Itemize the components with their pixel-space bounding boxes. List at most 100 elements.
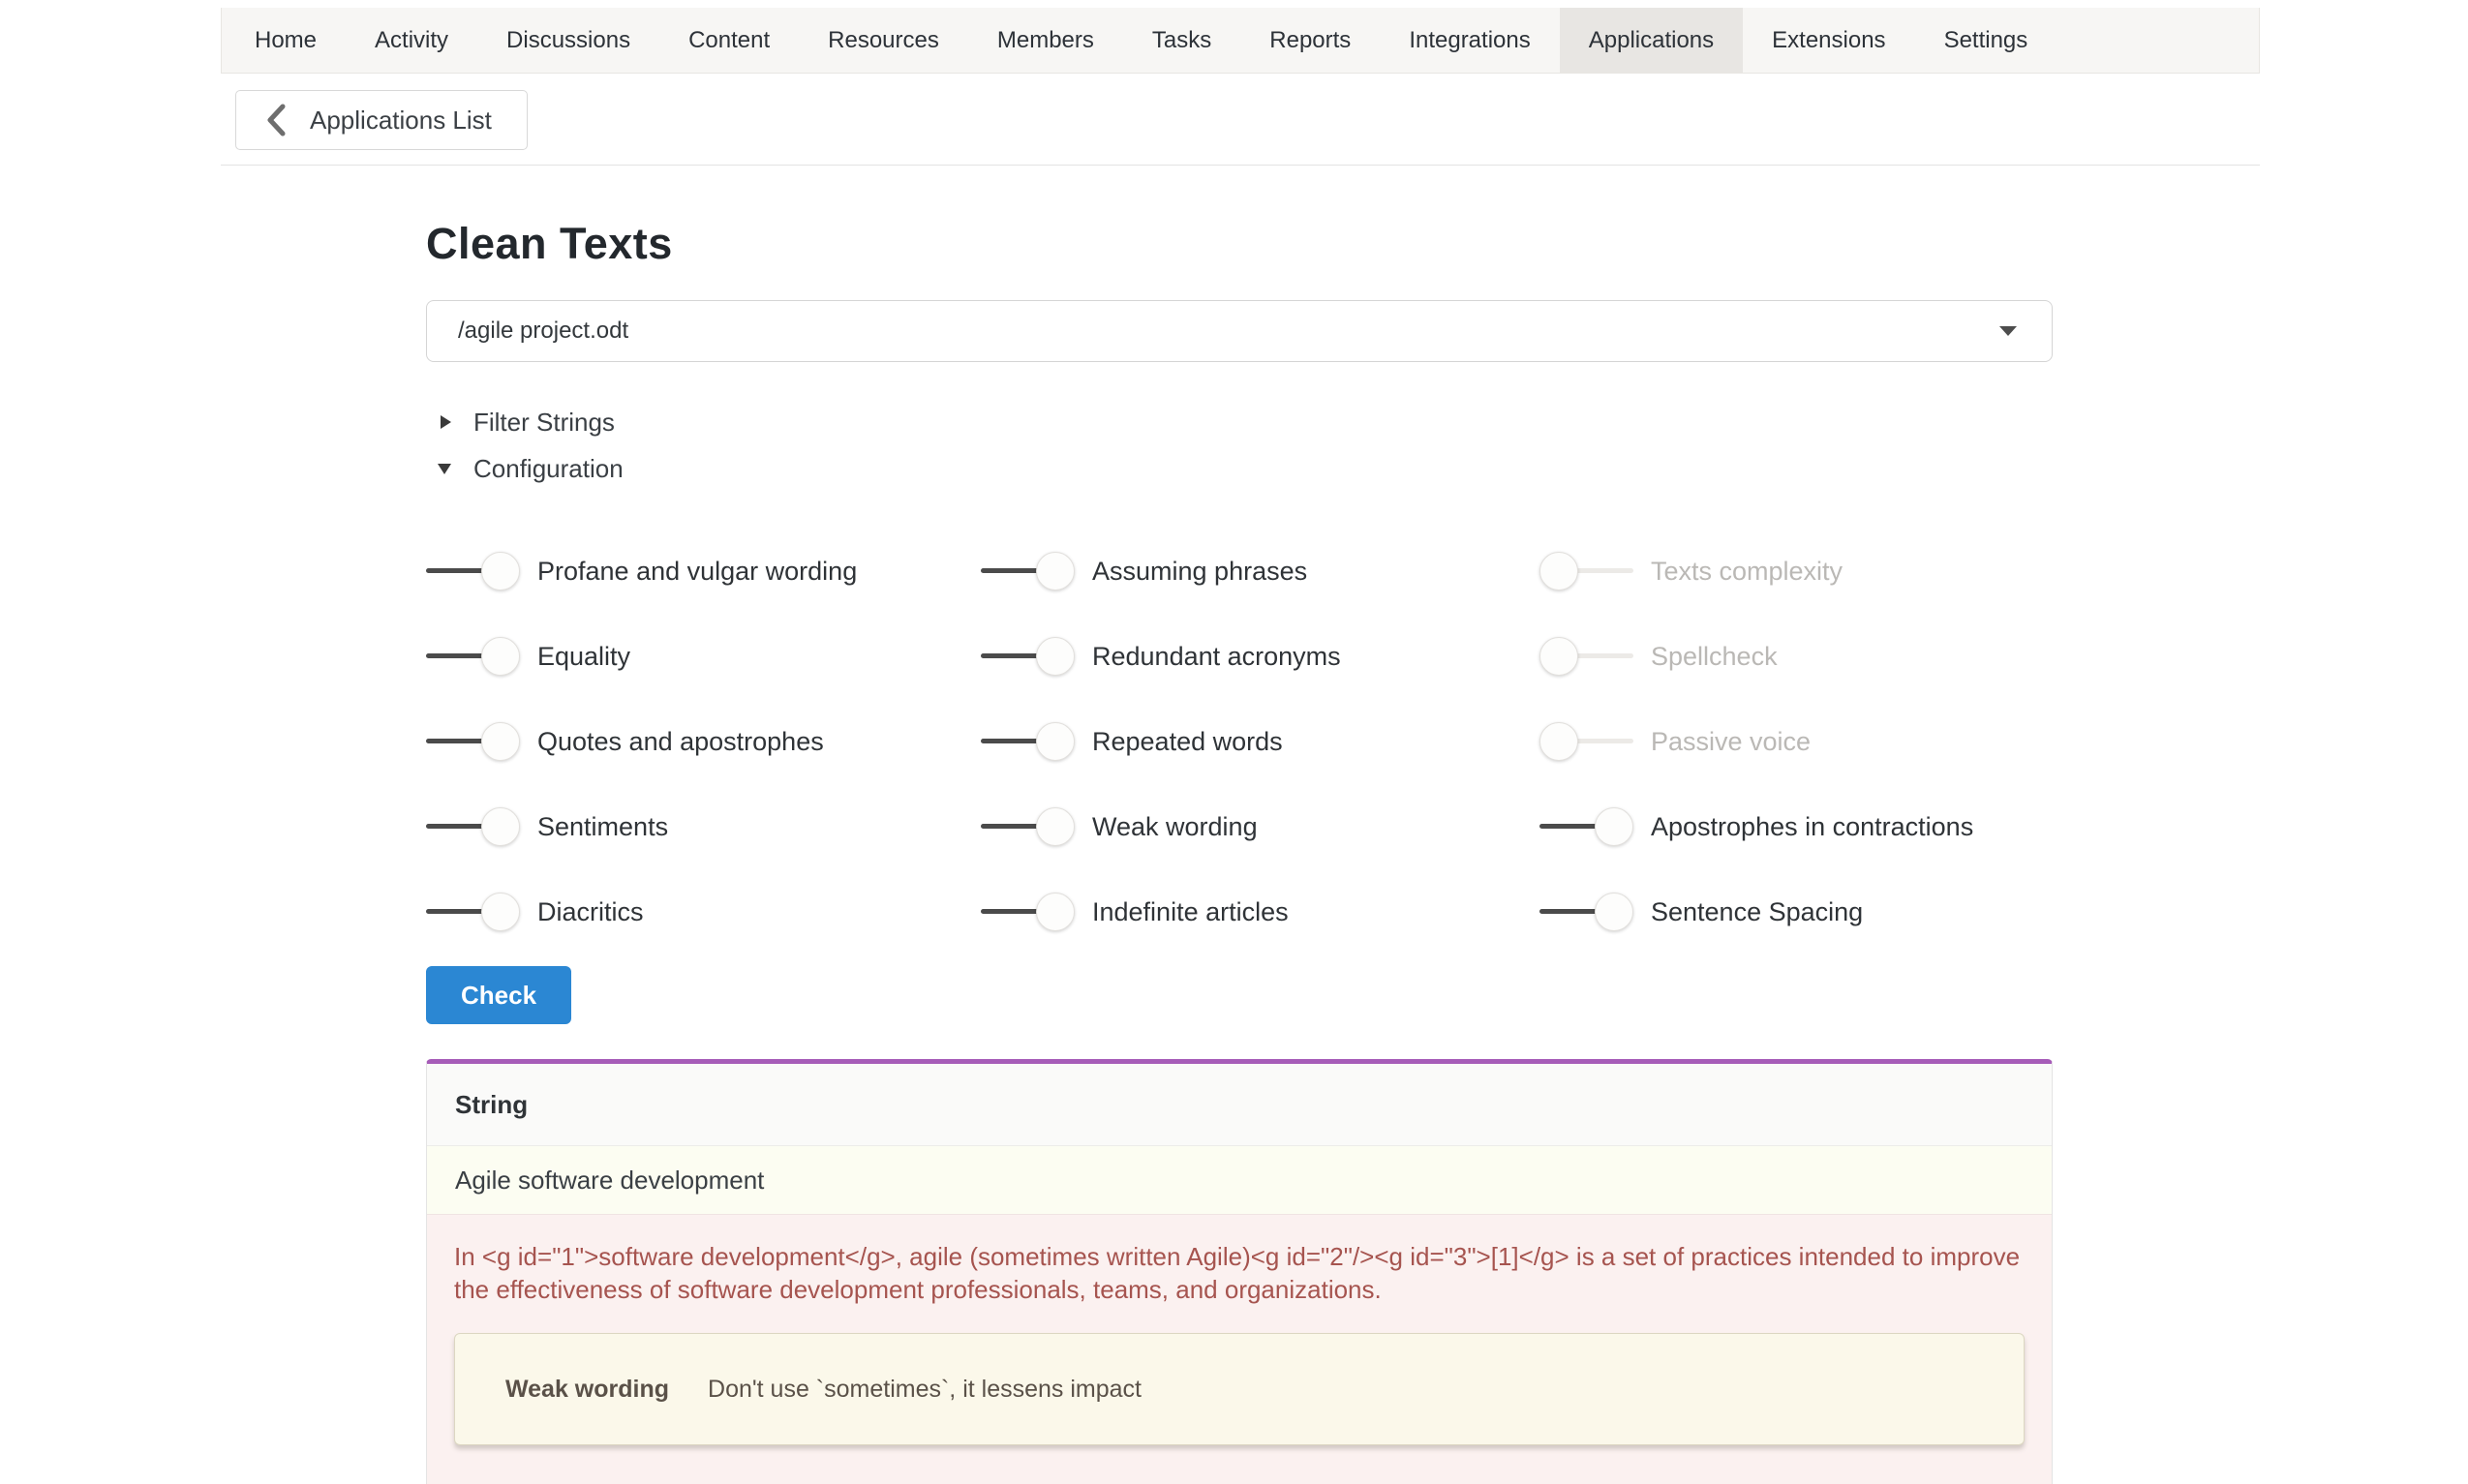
toggle-switch[interactable] — [426, 722, 520, 761]
page-title: Clean Texts — [426, 219, 2053, 269]
toggle-track — [1572, 653, 1633, 658]
toggle-knob — [1036, 893, 1075, 931]
toggle-label: Equality — [537, 642, 630, 672]
nav-item-settings[interactable]: Settings — [1915, 8, 2057, 73]
nav-item-home[interactable]: Home — [226, 8, 346, 73]
toggle-label: Diacritics — [537, 897, 644, 927]
results-panel: String Agile software development In <g … — [426, 1059, 2053, 1484]
toggle-switch[interactable] — [1539, 893, 1633, 931]
filter-strings-accordion[interactable]: Filter Strings — [426, 405, 615, 439]
toggle-label: Indefinite articles — [1092, 897, 1289, 927]
nav-item-tasks[interactable]: Tasks — [1123, 8, 1240, 73]
toggle-cell-diacritics: Diacritics — [426, 893, 981, 931]
toggle-label: Quotes and apostrophes — [537, 727, 824, 757]
toggle-cell-sentiments: Sentiments — [426, 807, 981, 846]
toggle-track — [426, 909, 487, 914]
triangle-right-icon — [441, 415, 451, 429]
nav-item-reports[interactable]: Reports — [1240, 8, 1380, 73]
weak-wording-warning-box: Weak wording Don't use `sometimes`, it l… — [454, 1333, 2025, 1445]
chevron-down-icon — [1999, 326, 2017, 336]
toggle-cell-equality: Equality — [426, 637, 981, 676]
toggle-label: Apostrophes in contractions — [1651, 812, 1973, 842]
toggle-track — [1572, 739, 1633, 743]
check-button[interactable]: Check — [426, 966, 571, 1024]
toggle-knob — [481, 893, 520, 931]
toggle-label: Weak wording — [1092, 812, 1258, 842]
triangle-down-icon — [438, 464, 451, 474]
toggle-track — [426, 739, 487, 743]
warning-type-label: Weak wording — [505, 1376, 669, 1404]
nav-item-resources[interactable]: Resources — [799, 8, 968, 73]
toggle-knob — [1595, 807, 1633, 846]
toggle-track — [981, 739, 1042, 743]
toggle-track — [981, 824, 1042, 829]
applications-list-back-button[interactable]: Applications List — [235, 90, 528, 150]
toggle-label: Assuming phrases — [1092, 557, 1307, 587]
toggle-switch[interactable] — [981, 807, 1075, 846]
result-string-row[interactable]: Agile software development — [427, 1145, 2052, 1214]
toggle-knob — [1036, 552, 1075, 591]
toggle-switch[interactable] — [1539, 722, 1633, 761]
toggle-cell-weak-wording: Weak wording — [981, 807, 1539, 846]
toggle-knob — [1539, 722, 1578, 761]
toggle-switch[interactable] — [426, 893, 520, 931]
toggle-track — [1539, 824, 1600, 829]
toggle-track — [981, 653, 1042, 658]
toggle-switch[interactable] — [426, 637, 520, 676]
toggle-track — [426, 568, 487, 573]
toggle-label: Texts complexity — [1651, 557, 1843, 587]
toggle-switch[interactable] — [426, 552, 520, 591]
toggle-switch[interactable] — [426, 807, 520, 846]
toggle-cell-profane-and-vulgar-wording: Profane and vulgar wording — [426, 552, 981, 591]
toggle-cell-assuming-phrases: Assuming phrases — [981, 552, 1539, 591]
chevron-left-icon — [265, 104, 287, 136]
toggle-knob — [1036, 637, 1075, 676]
nav-item-members[interactable]: Members — [968, 8, 1123, 73]
clean-texts-app: Home Activity Discussions Content Resour… — [0, 0, 2468, 1448]
toggle-knob — [1539, 552, 1578, 591]
main-content: Clean Texts /agile project.odt Filter St… — [426, 165, 2053, 1484]
configuration-accordion[interactable]: Configuration — [426, 451, 624, 486]
nav-item-extensions[interactable]: Extensions — [1743, 8, 1914, 73]
configuration-label: Configuration — [473, 454, 624, 484]
nav-item-content[interactable]: Content — [659, 8, 799, 73]
toggle-switch[interactable] — [1539, 552, 1633, 591]
nav-item-discussions[interactable]: Discussions — [477, 8, 659, 73]
file-select[interactable]: /agile project.odt — [426, 300, 2053, 362]
toggle-knob — [1036, 722, 1075, 761]
toggle-cell-apostrophes-in-contractions: Apostrophes in contractions — [1539, 807, 2053, 846]
toggle-track — [426, 824, 487, 829]
toggle-knob — [481, 807, 520, 846]
toggle-cell-repeated-words: Repeated words — [981, 722, 1539, 761]
toggle-switch[interactable] — [981, 722, 1075, 761]
toggle-switch[interactable] — [981, 893, 1075, 931]
toggle-knob — [1036, 807, 1075, 846]
toggle-track — [981, 568, 1042, 573]
toggle-label: Sentiments — [537, 812, 668, 842]
nav-item-integrations[interactable]: Integrations — [1380, 8, 1559, 73]
toggle-cell-indefinite-articles: Indefinite articles — [981, 893, 1539, 931]
toggle-switch[interactable] — [981, 552, 1075, 591]
toggle-knob — [481, 637, 520, 676]
toggle-cell-spellcheck: Spellcheck — [1539, 637, 2053, 676]
results-header: String — [427, 1064, 2052, 1145]
toggle-label: Passive voice — [1651, 727, 1811, 757]
toggle-knob — [1595, 893, 1633, 931]
toggle-switch[interactable] — [1539, 637, 1633, 676]
filter-strings-label: Filter Strings — [473, 408, 615, 438]
toggle-cell-sentence-spacing: Sentence Spacing — [1539, 893, 2053, 931]
toggle-knob — [1539, 637, 1578, 676]
results-header-label: String — [455, 1090, 528, 1120]
toggle-cell-quotes-and-apostrophes: Quotes and apostrophes — [426, 722, 981, 761]
nav-item-applications[interactable]: Applications — [1560, 8, 1743, 73]
file-select-value: /agile project.odt — [458, 318, 628, 345]
toggle-track — [426, 653, 487, 658]
toggle-cell-texts-complexity: Texts complexity — [1539, 552, 2053, 591]
toggle-label: Sentence Spacing — [1651, 897, 1863, 927]
toggle-switch[interactable] — [1539, 807, 1633, 846]
toggle-label: Redundant acronyms — [1092, 642, 1341, 672]
toggle-switch[interactable] — [981, 637, 1075, 676]
toggle-label: Repeated words — [1092, 727, 1283, 757]
nav-item-activity[interactable]: Activity — [346, 8, 477, 73]
configuration-toggle-grid: Profane and vulgar wording Assuming phra… — [426, 529, 2053, 954]
